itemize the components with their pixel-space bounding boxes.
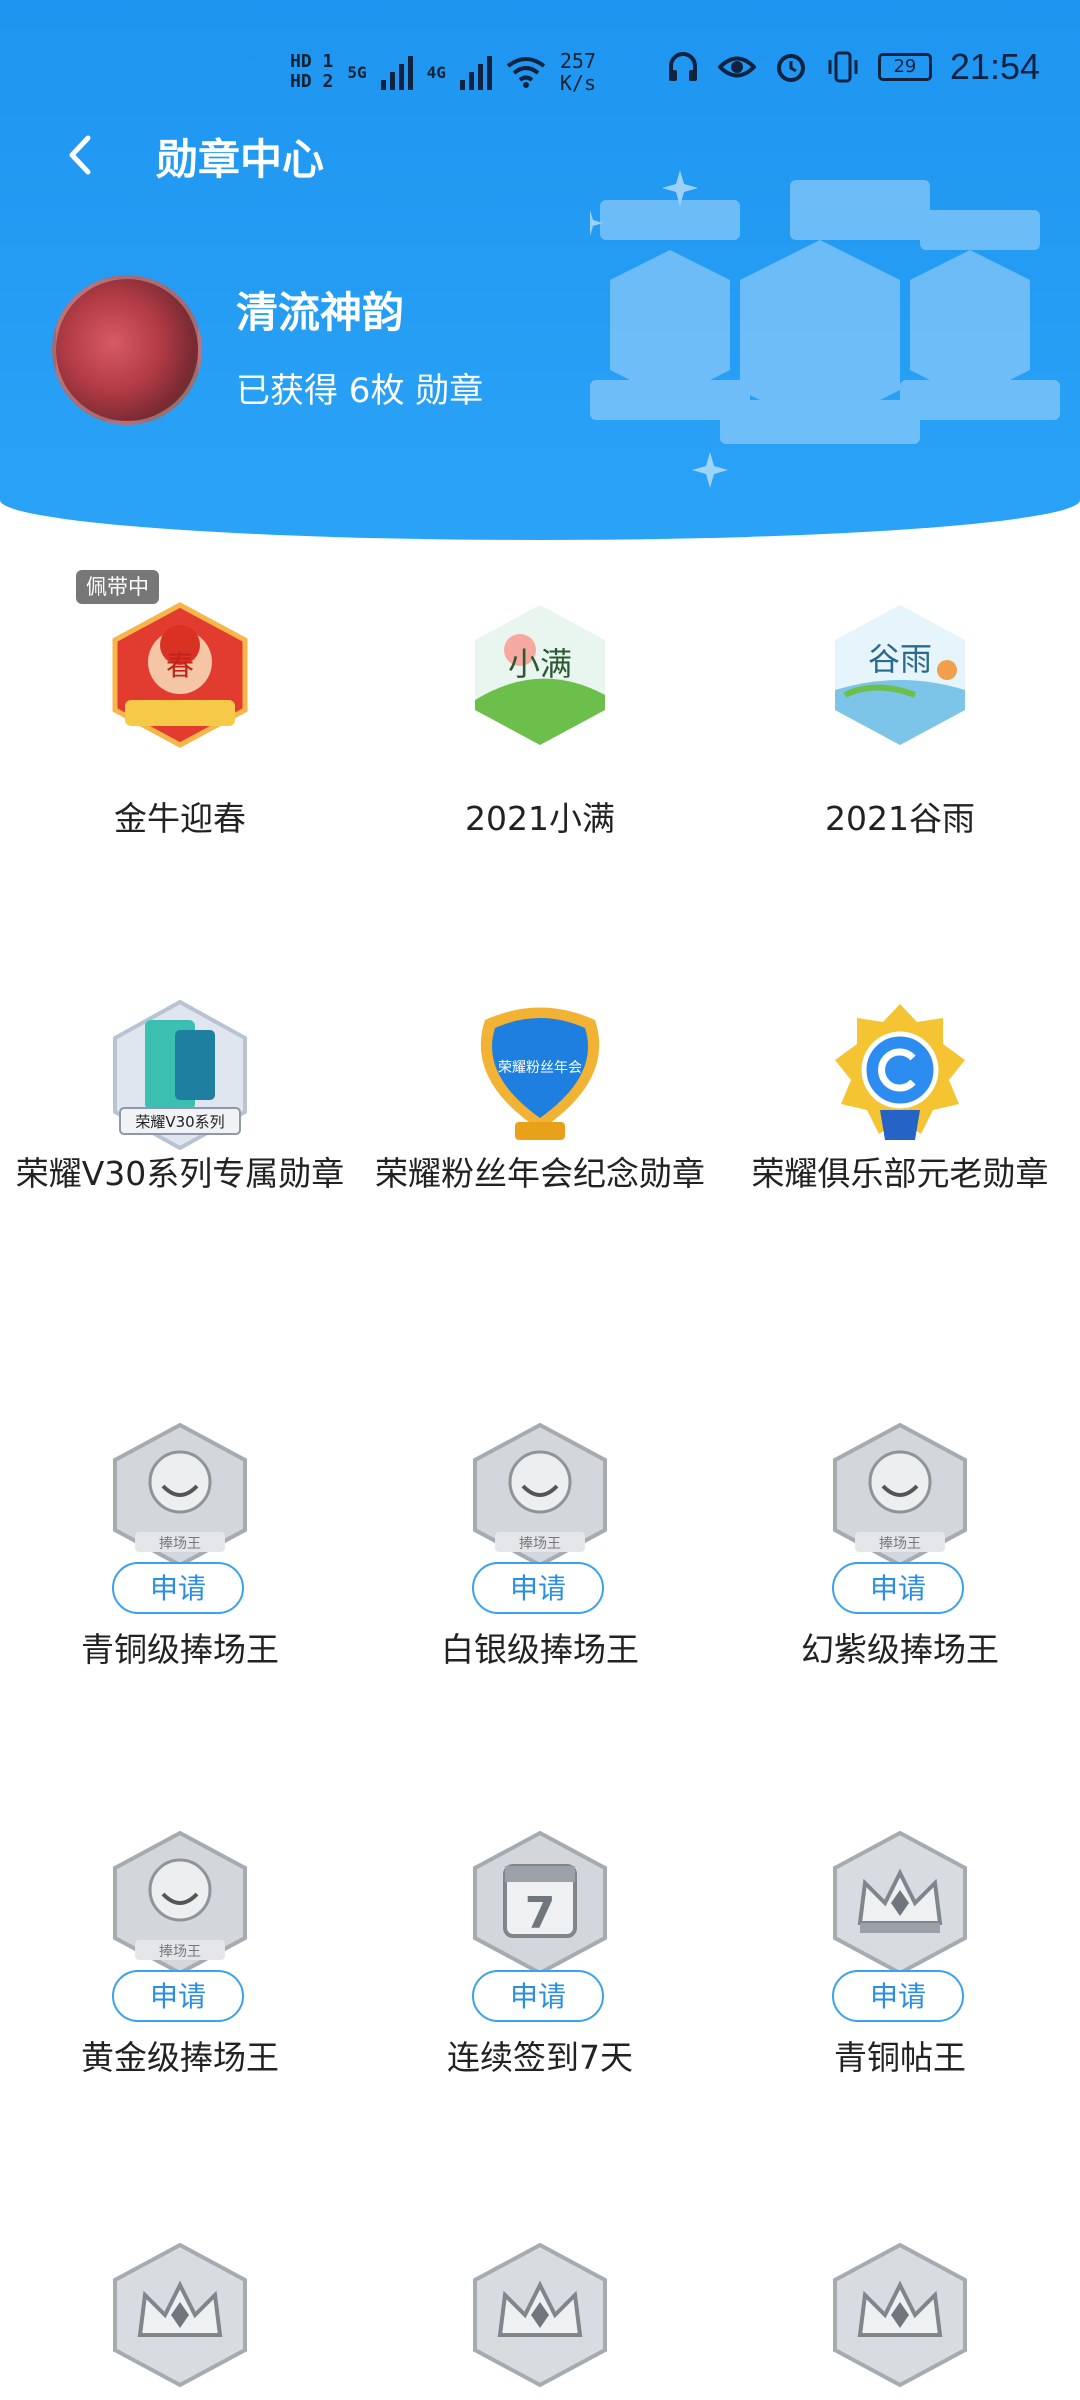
svg-text:谷雨: 谷雨 [868,640,932,678]
badge-item-partial-2[interactable] [360,2240,720,2400]
status-bar: HD 1 HD 2 5G 4G 257 K/s 29 21:54 [0,40,1080,120]
net-4g-label: 4G [426,62,446,82]
apply-button[interactable]: 申请 [472,1970,604,2022]
signal-icon-2 [459,54,492,90]
crown-badge-icon [113,2242,247,2388]
badge-name: 青铜级捧场王 [81,1630,279,1669]
battery-icon: 29 [877,53,932,81]
badge-name: 荣耀粉丝年会纪念勋章 [375,1154,705,1193]
signal-icon [380,54,413,90]
crown-badge-icon [833,2242,967,2388]
wearing-tag: 佩带中 [76,570,159,604]
badge-item-xiaoman[interactable]: 小满 2021小满 [360,570,720,870]
svg-text:春: 春 [166,649,194,682]
club-veteran-badge-icon [835,1004,965,1140]
badge-item-guyu[interactable]: 谷雨 2021谷雨 [720,570,1080,870]
xiaoman-badge-icon: 小满 [475,605,605,745]
cheer-king-badge-icon: 捧场王 [113,1830,247,1976]
svg-text:小满: 小满 [508,645,572,683]
hd1-label: HD 1 [290,51,334,72]
badge-item-signin-7[interactable]: 7 申请 连续签到7天 [360,1828,720,2108]
apply-button[interactable]: 申请 [832,1562,964,1614]
badge-item-bronze-cheer[interactable]: 捧场王 申请 青铜级捧场王 [0,1420,360,1700]
ox-spring-badge-icon: 春 [112,602,248,748]
badge-item-silver-cheer[interactable]: 捧场王 申请 白银级捧场王 [360,1420,720,1700]
clock: 21:54 [949,46,1040,87]
badge-name: 青铜帖王 [834,2038,966,2077]
crown-badge-icon [833,1830,967,1976]
calendar-badge-icon: 7 [473,1830,607,1976]
svg-text:捧场王: 捧场王 [159,1943,201,1960]
medal-count: 已获得 6枚 勋章 [236,371,484,411]
svg-text:捧场王: 捧场王 [519,1535,561,1552]
apply-button[interactable]: 申请 [832,1970,964,2022]
header-banner: HD 1 HD 2 5G 4G 257 K/s 29 21:54 勋章中心 清流… [0,0,1080,540]
badge-name: 连续签到7天 [447,2038,633,2077]
alarm-icon [776,54,805,82]
svg-text:捧场王: 捧场王 [879,1535,921,1552]
badge-item-club-veteran[interactable]: 荣耀俱乐部元老勋章 [720,1000,1080,1300]
avatar[interactable] [52,275,202,425]
badge-item-fans-meeting[interactable]: 荣耀粉丝年会 荣耀粉丝年会纪念勋章 [360,1000,720,1300]
apply-button[interactable]: 申请 [472,1562,604,1614]
page-title: 勋章中心 [156,135,325,184]
badge-name: 荣耀V30系列专属勋章 [15,1154,345,1193]
svg-text:荣耀V30系列: 荣耀V30系列 [135,1113,224,1131]
badge-name: 2021谷雨 [825,799,975,838]
badge-item-v30[interactable]: 荣耀V30系列 荣耀V30系列专属勋章 [0,1000,360,1300]
apply-button[interactable]: 申请 [112,1562,244,1614]
badge-name: 2021小满 [465,799,615,838]
badge-item-gold-cheer[interactable]: 捧场王 申请 黄金级捧场王 [0,1828,360,2108]
badge-name: 荣耀俱乐部元老勋章 [751,1154,1049,1193]
svg-text:捧场王: 捧场王 [159,1535,201,1552]
honor-v30-badge-icon: 荣耀V30系列 [113,1000,247,1150]
profile-section: 清流神韵 已获得 6枚 勋章 [52,275,772,425]
badge-name: 白银级捧场王 [441,1630,639,1669]
badge-name: 金牛迎春 [114,799,246,838]
cheer-king-badge-icon: 捧场王 [473,1422,607,1568]
badge-name: 黄金级捧场王 [81,2038,279,2077]
headphones-icon [668,52,697,81]
hd2-label: HD 2 [290,71,334,92]
crown-badge-icon [473,2242,607,2388]
guyu-badge-icon: 谷雨 [835,605,965,745]
badge-item-jinniu[interactable]: 佩带中 春 金牛迎春 [0,570,360,870]
badge-item-purple-cheer[interactable]: 捧场王 申请 幻紫级捧场王 [720,1420,1080,1700]
eye-icon [717,56,756,78]
badge-name: 幻紫级捧场王 [801,1630,999,1669]
badge-item-partial-1[interactable] [0,2240,360,2400]
username: 清流神韵 [236,288,405,337]
svg-text:7: 7 [525,1888,556,1939]
badge-item-partial-3[interactable] [720,2240,1080,2400]
vibrate-icon [828,51,858,83]
net-5g-label: 5G [347,62,367,82]
net-speed: 257 K/s [559,49,597,95]
hd-indicator: HD 1 HD 2 [290,52,333,92]
cheer-king-badge-icon: 捧场王 [833,1422,967,1568]
back-arrow-icon[interactable] [56,130,106,180]
wifi-icon [506,57,546,88]
apply-button[interactable]: 申请 [112,1970,244,2022]
cheer-king-badge-icon: 捧场王 [113,1422,247,1568]
badge-item-bronze-post-king[interactable]: 申请 青铜帖王 [720,1828,1080,2108]
fans-meeting-badge-icon: 荣耀粉丝年会 [480,1007,600,1140]
svg-text:荣耀粉丝年会: 荣耀粉丝年会 [498,1060,582,1076]
